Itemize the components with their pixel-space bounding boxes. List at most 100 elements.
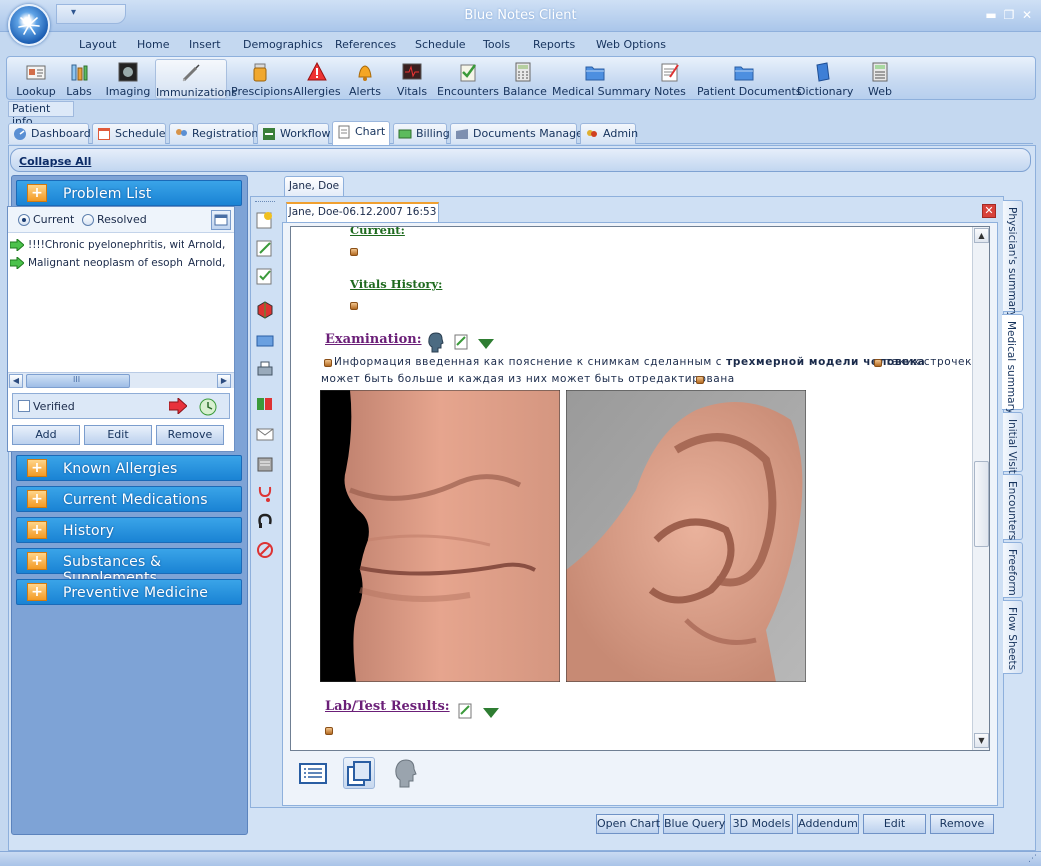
- blue-query-button[interactable]: Blue Query: [663, 814, 725, 834]
- menu-demographics[interactable]: Demographics: [243, 38, 323, 51]
- vitals-history-heading[interactable]: Vitals History:: [350, 277, 442, 291]
- tab-freeform[interactable]: Freeform: [1003, 542, 1023, 598]
- edit-bullet-icon[interactable]: [696, 376, 704, 384]
- add-problem-button[interactable]: Add: [12, 425, 80, 445]
- medical-summary-button[interactable]: Medical Summary: [552, 59, 651, 99]
- problem-row[interactable]: Malignant neoplasm of esoph... Arnold,: [8, 255, 234, 273]
- tab-admin[interactable]: Admin: [580, 123, 638, 144]
- tab-schedule[interactable]: Schedule: [92, 123, 166, 144]
- scroll-right-icon[interactable]: ▶: [217, 374, 231, 388]
- blocks-icon[interactable]: [255, 394, 275, 414]
- menu-insert[interactable]: Insert: [189, 38, 221, 51]
- add-note-icon[interactable]: [453, 333, 471, 351]
- envelope-icon[interactable]: [255, 424, 275, 444]
- lab-results-heading[interactable]: Lab/Test Results:: [325, 699, 450, 714]
- scanner-icon[interactable]: [255, 330, 275, 350]
- allergies-button[interactable]: Allergies: [293, 59, 341, 99]
- scroll-up-icon[interactable]: ▲: [974, 228, 989, 243]
- patient-tab[interactable]: Jane, Doe: [284, 176, 344, 196]
- problem-list-header[interactable]: + Problem List: [16, 180, 242, 206]
- fax-icon[interactable]: [255, 454, 275, 474]
- expand-down-icon[interactable]: [483, 708, 499, 718]
- tab-medical-summary[interactable]: Medical summary: [1002, 314, 1024, 414]
- current-heading[interactable]: Current:: [350, 227, 405, 237]
- note-check-icon[interactable]: [255, 266, 275, 286]
- note-edit-icon[interactable]: [255, 238, 275, 258]
- exam-text-line[interactable]: может быть больше и каждая из них может …: [291, 373, 971, 387]
- close-document-icon[interactable]: ✕: [982, 204, 996, 218]
- clock-icon[interactable]: [199, 398, 217, 416]
- expand-icon[interactable]: +: [27, 583, 47, 601]
- dropdown-arrow-icon[interactable]: ▾: [71, 7, 76, 18]
- patient-documents-button[interactable]: Patient Documents: [697, 59, 802, 99]
- known-allergies-header[interactable]: + Known Allergies: [16, 455, 242, 481]
- expand-icon[interactable]: +: [27, 521, 47, 539]
- calendar-button[interactable]: [211, 210, 231, 230]
- tab-workflow[interactable]: Workflow: [257, 123, 331, 144]
- document-view[interactable]: Current: Vitals History: Examination: Ин…: [290, 226, 990, 751]
- 3d-head-icon[interactable]: [426, 331, 446, 353]
- maximize-button[interactable]: ❐: [1002, 8, 1016, 22]
- verified-checkbox[interactable]: [18, 400, 30, 412]
- edit-bullet-icon[interactable]: [350, 248, 358, 256]
- headset-icon[interactable]: [255, 512, 275, 532]
- menu-home[interactable]: Home: [137, 38, 169, 51]
- tab-dashboard[interactable]: Dashboard: [8, 123, 91, 144]
- edit-problem-button[interactable]: Edit: [84, 425, 152, 445]
- minimize-button[interactable]: ▬: [984, 8, 998, 22]
- ear-3d-image[interactable]: [566, 390, 806, 682]
- 3d-models-button[interactable]: 3D Models: [730, 814, 793, 834]
- problem-row[interactable]: !!!!Chronic pyelonephritis, wit... Arnol…: [8, 237, 234, 255]
- resize-grip-icon[interactable]: ⋰: [1028, 854, 1037, 864]
- expand-icon[interactable]: +: [27, 184, 47, 202]
- horizontal-scrollbar[interactable]: ◀ III ▶: [8, 372, 234, 388]
- list-view-button[interactable]: [297, 757, 329, 789]
- radio-resolved[interactable]: [82, 214, 94, 226]
- tab-physicians-summary[interactable]: Physician's summary: [1003, 200, 1023, 318]
- patient-info-tab[interactable]: Patient info: [8, 101, 74, 128]
- expand-icon[interactable]: +: [27, 552, 47, 570]
- prescriptions-button[interactable]: Prescipions: [231, 59, 293, 99]
- tab-registration[interactable]: Registration: [169, 123, 258, 144]
- labs-button[interactable]: Labs: [62, 59, 96, 99]
- tab-initial-visit[interactable]: Initial Visit: [1003, 412, 1023, 474]
- web-button[interactable]: Web: [865, 59, 895, 99]
- mouth-3d-image[interactable]: [320, 390, 560, 682]
- tab-chart[interactable]: Chart: [332, 121, 390, 145]
- menu-schedule[interactable]: Schedule: [415, 38, 466, 51]
- scroll-thumb[interactable]: III: [26, 374, 130, 388]
- examination-heading[interactable]: Examination:: [325, 332, 422, 347]
- immunizations-button[interactable]: Immunizations: [155, 59, 237, 99]
- stethoscope-icon[interactable]: [255, 484, 275, 504]
- menu-references[interactable]: References: [335, 38, 396, 51]
- menu-web-options[interactable]: Web Options: [596, 38, 666, 51]
- vertical-scrollbar[interactable]: ▲ ▼: [972, 227, 989, 750]
- balance-button[interactable]: Balance: [503, 59, 547, 99]
- 3d-view-button[interactable]: [390, 757, 422, 789]
- note-star-icon[interactable]: [255, 210, 275, 230]
- exam-text-line[interactable]: Информация введенная как пояснение к сни…: [291, 356, 971, 370]
- tab-documents-manager[interactable]: Documents Manager: [450, 123, 587, 144]
- alerts-button[interactable]: Alerts: [345, 59, 385, 99]
- expand-down-icon[interactable]: [478, 339, 494, 349]
- remove-problem-button[interactable]: Remove: [156, 425, 224, 445]
- expand-icon[interactable]: +: [27, 490, 47, 508]
- notes-button[interactable]: Notes: [651, 59, 689, 99]
- open-chart-button[interactable]: Open Chart: [596, 814, 660, 834]
- edit-bullet-icon[interactable]: [325, 727, 333, 735]
- scroll-thumb[interactable]: [974, 461, 989, 547]
- addendum-button[interactable]: Addendum: [797, 814, 859, 834]
- preventive-medicine-header[interactable]: + Preventive Medicine: [16, 579, 242, 605]
- history-header[interactable]: + History: [16, 517, 242, 543]
- no-entry-icon[interactable]: [255, 540, 275, 560]
- tab-encounters[interactable]: Encounters: [1003, 474, 1023, 540]
- menu-layout[interactable]: Layout: [79, 38, 116, 51]
- tab-billing[interactable]: Billing: [393, 123, 450, 144]
- imaging-button[interactable]: Imaging: [105, 59, 151, 99]
- collapse-all-link[interactable]: Collapse All: [19, 155, 91, 168]
- quick-access-toolbar[interactable]: ▾: [56, 4, 126, 24]
- app-menu-button[interactable]: [8, 4, 50, 46]
- page-view-button[interactable]: [343, 757, 375, 789]
- remove-button[interactable]: Remove: [930, 814, 994, 834]
- radio-current[interactable]: [18, 214, 30, 226]
